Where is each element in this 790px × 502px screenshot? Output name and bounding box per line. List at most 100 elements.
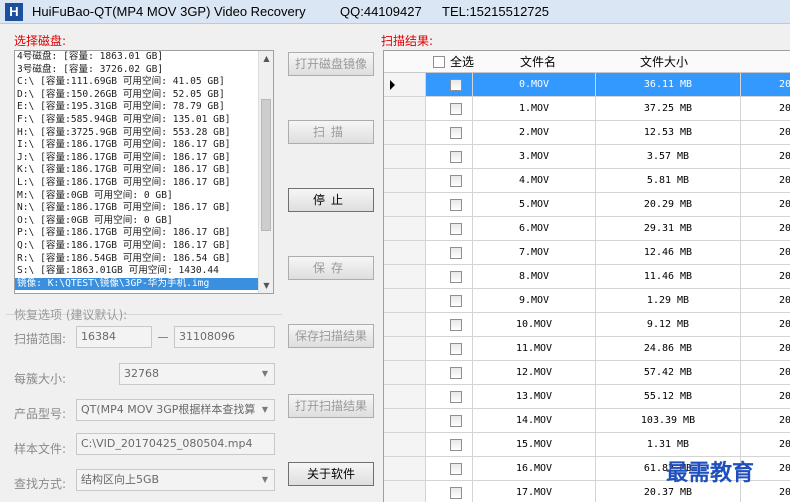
row-header[interactable]: [384, 433, 426, 457]
disk-list-item[interactable]: D:\ [容量:150.26GB 可用空间: 52.05 GB]: [15, 89, 259, 102]
open-image-button[interactable]: 打开磁盘镜像: [288, 52, 374, 76]
disk-list-item[interactable]: 3号磁盘: [容量: 3726.02 GB]: [15, 64, 259, 77]
disk-list-item[interactable]: P:\ [容量:186.17GB 可用空间: 186.17 GB]: [15, 227, 259, 240]
row-header[interactable]: [384, 361, 426, 385]
row-header[interactable]: [384, 241, 426, 265]
table-row[interactable]: 2.MOV 12.53 MB 20: [384, 121, 790, 145]
disk-list-item[interactable]: J:\ [容量:186.17GB 可用空间: 186.17 GB]: [15, 152, 259, 165]
column-header-filename[interactable]: 文件名: [520, 51, 556, 73]
disk-list-item[interactable]: H:\ [容量:3725.9GB 可用空间: 553.28 GB]: [15, 127, 259, 140]
row-checkbox[interactable]: [450, 367, 462, 379]
row-header[interactable]: [384, 409, 426, 433]
save-result-button[interactable]: 保存扫描结果: [288, 324, 374, 348]
table-row[interactable]: 10.MOV 9.12 MB 20: [384, 313, 790, 337]
disk-list-item[interactable]: N:\ [容量:186.17GB 可用空间: 186.17 GB]: [15, 202, 259, 215]
cluster-size-select[interactable]: 32768 ▼: [119, 363, 275, 385]
row-checkbox[interactable]: [450, 343, 462, 355]
row-header[interactable]: [384, 313, 426, 337]
row-checkbox[interactable]: [450, 439, 462, 451]
table-row[interactable]: 14.MOV 103.39 MB 20: [384, 409, 790, 433]
disk-list-item[interactable]: 4号磁盘: [容量: 1863.01 GB]: [15, 51, 259, 64]
table-row[interactable]: 3.MOV 3.57 MB 20: [384, 145, 790, 169]
open-result-button[interactable]: 打开扫描结果: [288, 394, 374, 418]
sample-file-field[interactable]: C:\VID_20170425_080504.mp4: [76, 433, 275, 455]
scan-button[interactable]: 扫描: [288, 120, 374, 144]
table-row[interactable]: 6.MOV 29.31 MB 20: [384, 217, 790, 241]
disk-list-item[interactable]: Q:\ [容量:186.17GB 可用空间: 186.17 GB]: [15, 240, 259, 253]
row-checkbox[interactable]: [450, 271, 462, 283]
row-checkbox-cell: [426, 361, 473, 385]
qq-contact: QQ:44109427: [340, 4, 422, 19]
row-header[interactable]: [384, 457, 426, 481]
table-row[interactable]: 7.MOV 12.46 MB 20: [384, 241, 790, 265]
scroll-thumb[interactable]: [261, 99, 271, 231]
row-header[interactable]: [384, 481, 426, 502]
table-row[interactable]: 1.MOV 37.25 MB 20: [384, 97, 790, 121]
table-row[interactable]: 15.MOV 1.31 MB 20: [384, 433, 790, 457]
row-checkbox[interactable]: [450, 463, 462, 475]
chevron-down-icon[interactable]: ▼: [258, 367, 272, 381]
row-checkbox[interactable]: [450, 175, 462, 187]
disk-list[interactable]: 4号磁盘: [容量: 1863.01 GB] 3号磁盘: [容量: 3726.02…: [14, 50, 274, 294]
row-header[interactable]: [384, 217, 426, 241]
row-checkbox[interactable]: [450, 223, 462, 235]
row-checkbox[interactable]: [450, 127, 462, 139]
row-checkbox[interactable]: [450, 79, 462, 91]
results-table[interactable]: 全选 文件名 文件大小 0.MOV 36.11 MB 20 1.MOV 37.25 MB…: [383, 50, 790, 502]
column-header-filesize[interactable]: 文件大小: [640, 51, 688, 73]
row-header[interactable]: [384, 97, 426, 121]
row-checkbox[interactable]: [450, 151, 462, 163]
disk-list-item[interactable]: S:\ [容量:1863.01GB 可用空间: 1430.44: [15, 265, 259, 278]
table-row[interactable]: 9.MOV 1.29 MB 20: [384, 289, 790, 313]
disk-list-item[interactable]: E:\ [容量:195.31GB 可用空间: 78.79 GB]: [15, 101, 259, 114]
about-button[interactable]: 关于软件: [288, 462, 374, 486]
disk-list-item[interactable]: O:\ [容量:0GB 可用空间: 0 GB]: [15, 215, 259, 228]
row-checkbox[interactable]: [450, 199, 462, 211]
row-header[interactable]: [384, 289, 426, 313]
table-row[interactable]: 5.MOV 20.29 MB 20: [384, 193, 790, 217]
table-row[interactable]: 0.MOV 36.11 MB 20: [384, 73, 790, 97]
row-header[interactable]: [384, 385, 426, 409]
select-all-label[interactable]: 全选: [450, 51, 474, 73]
disk-list-item[interactable]: I:\ [容量:186.17GB 可用空间: 186.17 GB]: [15, 139, 259, 152]
row-header[interactable]: [384, 193, 426, 217]
select-all-checkbox[interactable]: [433, 56, 445, 68]
row-header[interactable]: [384, 265, 426, 289]
row-checkbox[interactable]: [450, 247, 462, 259]
disk-list-item[interactable]: L:\ [容量:186.17GB 可用空间: 186.17 GB]: [15, 177, 259, 190]
row-header[interactable]: [384, 337, 426, 361]
row-checkbox[interactable]: [450, 319, 462, 331]
product-model-select[interactable]: QT(MP4 MOV 3GP根据样本查找算 ▼: [76, 399, 275, 421]
row-checkbox[interactable]: [450, 487, 462, 499]
disk-list-scrollbar[interactable]: ▲ ▼: [258, 51, 273, 293]
row-header[interactable]: [384, 169, 426, 193]
row-checkbox[interactable]: [450, 415, 462, 427]
chevron-down-icon[interactable]: ▼: [258, 403, 272, 417]
row-header[interactable]: [384, 145, 426, 169]
scan-range-end-field[interactable]: 31108096: [174, 326, 275, 348]
search-method-select[interactable]: 结构区向上5GB ▼: [76, 469, 275, 491]
row-checkbox[interactable]: [450, 103, 462, 115]
table-row[interactable]: 4.MOV 5.81 MB 20: [384, 169, 790, 193]
scroll-down-icon[interactable]: ▼: [259, 278, 273, 293]
disk-list-item[interactable]: R:\ [容量:186.54GB 可用空间: 186.54 GB]: [15, 253, 259, 266]
scroll-up-icon[interactable]: ▲: [259, 51, 273, 66]
disk-list-item[interactable]: F:\ [容量:585.94GB 可用空间: 135.01 GB]: [15, 114, 259, 127]
scan-range-start-field[interactable]: 16384: [76, 326, 152, 348]
stop-button[interactable]: 停止: [288, 188, 374, 212]
disk-list-item[interactable]: K:\ [容量:186.17GB 可用空间: 186.17 GB]: [15, 164, 259, 177]
chevron-down-icon[interactable]: ▼: [258, 473, 272, 487]
row-checkbox[interactable]: [450, 295, 462, 307]
disk-list-item[interactable]: C:\ [容量:111.69GB 可用空间: 41.05 GB]: [15, 76, 259, 89]
save-button[interactable]: 保存: [288, 256, 374, 280]
table-row[interactable]: 8.MOV 11.46 MB 20: [384, 265, 790, 289]
row-checkbox[interactable]: [450, 391, 462, 403]
table-row[interactable]: 12.MOV 57.42 MB 20: [384, 361, 790, 385]
file-name-cell: 11.MOV: [473, 337, 596, 361]
disk-list-item[interactable]: M:\ [容量:0GB 可用空间: 0 GB]: [15, 190, 259, 203]
table-row[interactable]: 11.MOV 24.86 MB 20: [384, 337, 790, 361]
disk-list-item[interactable]: 镜像: K:\QTEST\镜像\3GP-华为手机.img: [15, 277, 259, 291]
table-row[interactable]: 13.MOV 55.12 MB 20: [384, 385, 790, 409]
row-header[interactable]: [384, 73, 426, 97]
row-header[interactable]: [384, 121, 426, 145]
